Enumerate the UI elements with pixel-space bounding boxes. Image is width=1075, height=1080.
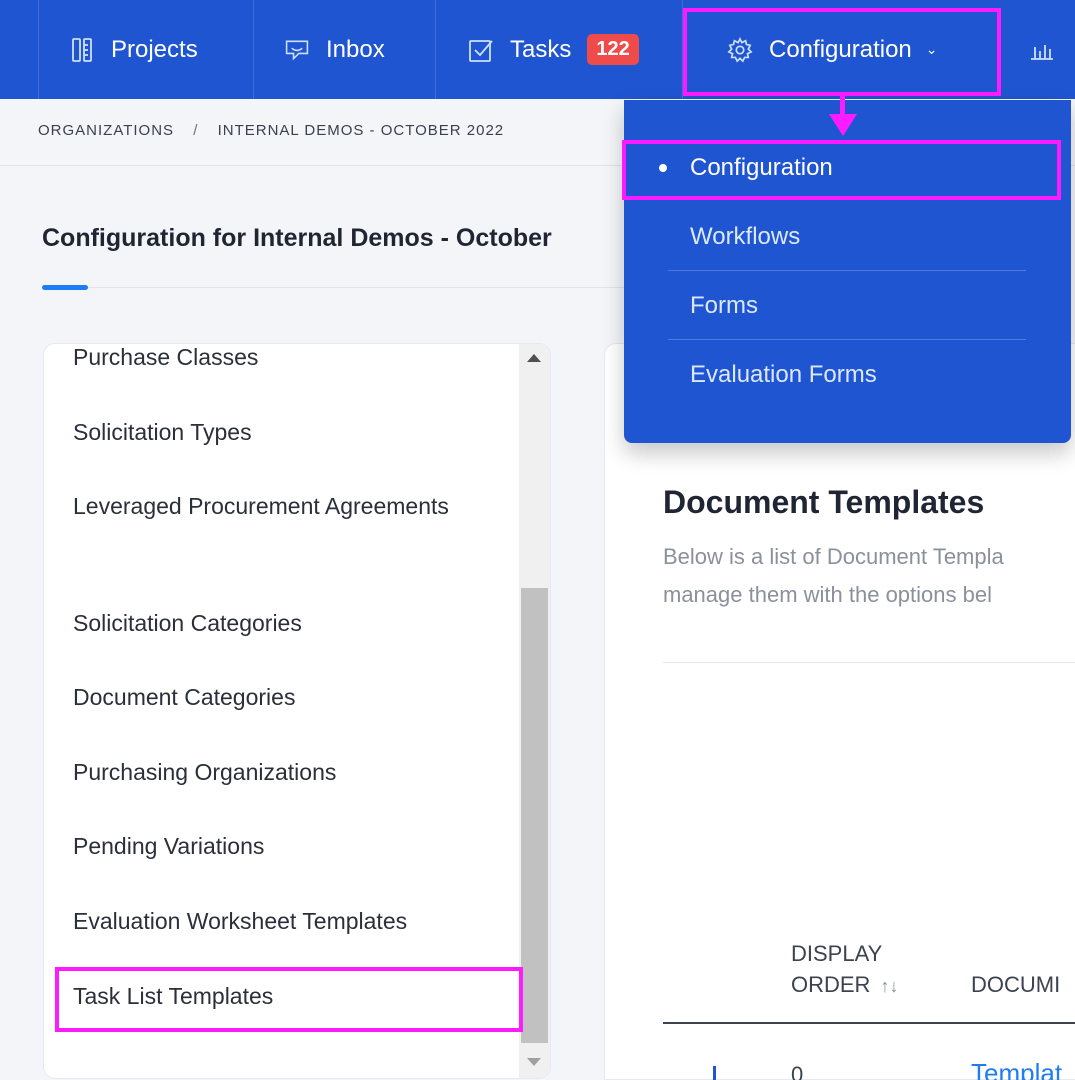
column-header-display-order-line1: DISPLAY xyxy=(791,941,883,966)
bar-chart-icon xyxy=(1029,37,1055,63)
list-item-document-categories[interactable]: Document Categories xyxy=(73,676,513,719)
dropdown-divider xyxy=(668,339,1026,340)
table-header-divider xyxy=(663,1022,1075,1024)
dropdown-item-evaluation-forms[interactable]: Evaluation Forms xyxy=(690,361,877,389)
list-item-purchase-classes[interactable]: Purchase Classes xyxy=(73,344,513,379)
table-cell-order: 0 xyxy=(791,1062,804,1080)
dropdown-divider xyxy=(668,270,1026,271)
breadcrumb-organizations[interactable]: ORGANIZATIONS xyxy=(38,122,174,139)
nav-tasks[interactable]: Tasks 122 xyxy=(436,0,683,99)
inbox-icon xyxy=(284,37,310,63)
scrollbar-thumb[interactable] xyxy=(521,588,548,1043)
nav-inbox-label: Inbox xyxy=(326,35,385,63)
document-templates-description: Below is a list of Document Templa manag… xyxy=(663,538,1075,618)
highlight-task-list-templates xyxy=(55,967,523,1032)
drag-handle-icon[interactable] xyxy=(713,1066,716,1080)
breadcrumb-current[interactable]: INTERNAL DEMOS - OCTOBER 2022 xyxy=(218,122,505,139)
content-divider xyxy=(663,662,1075,663)
nav-inbox[interactable]: Inbox xyxy=(254,0,436,99)
tab-active-indicator xyxy=(42,285,88,290)
scroll-up-arrow-icon[interactable] xyxy=(527,354,541,362)
tasks-checkbox-icon xyxy=(468,37,494,63)
description-line-2: manage them with the options bel xyxy=(663,582,992,607)
dropdown-item-workflows[interactable]: Workflows xyxy=(690,223,800,251)
title-divider xyxy=(88,287,648,288)
column-header-display-order[interactable]: DISPLAY ORDER ↑↓ xyxy=(791,938,898,1002)
sort-icon[interactable]: ↑↓ xyxy=(880,976,898,996)
list-item-leveraged-procurement-agreements[interactable]: Leveraged Procurement Agreements xyxy=(73,485,513,528)
highlight-configuration-nav xyxy=(683,8,1001,96)
page-title: Configuration for Internal Demos - Octob… xyxy=(42,224,552,252)
nav-tasks-label: Tasks xyxy=(510,35,572,63)
column-header-display-order-line2: ORDER xyxy=(791,972,871,997)
nav-reports[interactable] xyxy=(1005,0,1075,99)
list-item-pending-variations[interactable]: Pending Variations xyxy=(73,825,513,868)
scroll-down-arrow-icon[interactable] xyxy=(527,1058,541,1066)
list-item-purchasing-organizations[interactable]: Purchasing Organizations xyxy=(73,751,513,794)
list-item-evaluation-worksheet-templates[interactable]: Evaluation Worksheet Templates xyxy=(73,900,513,943)
tasks-count-badge: 122 xyxy=(587,34,639,65)
nav-projects[interactable]: Projects xyxy=(38,0,254,99)
list-item-solicitation-categories[interactable]: Solicitation Categories xyxy=(73,602,513,645)
document-templates-title: Document Templates xyxy=(663,484,985,520)
dropdown-item-forms[interactable]: Forms xyxy=(690,292,758,320)
projects-icon xyxy=(69,37,95,63)
nav-projects-label: Projects xyxy=(111,35,198,63)
column-header-document[interactable]: DOCUMI xyxy=(971,969,1075,1000)
description-line-1: Below is a list of Document Templa xyxy=(663,544,1004,569)
highlight-dropdown-configuration xyxy=(622,140,1061,200)
list-item-solicitation-types[interactable]: Solicitation Types xyxy=(73,411,513,454)
breadcrumb-separator: / xyxy=(193,122,199,139)
table-cell-template-link[interactable]: Templat xyxy=(971,1058,1075,1080)
annotation-arrow-head-icon xyxy=(829,114,857,136)
breadcrumb: ORGANIZATIONS / INTERNAL DEMOS - OCTOBER… xyxy=(38,122,504,139)
